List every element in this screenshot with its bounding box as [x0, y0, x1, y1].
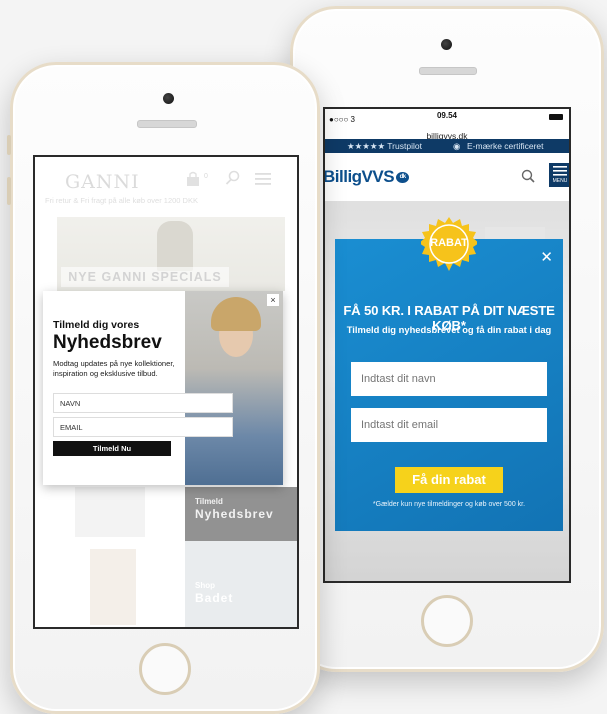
trustpilot-rating[interactable]: ★★★★★ Trustpilot — [347, 141, 422, 152]
screen-ganni: GANNI 0 Fri retur & Fri fragt på alle kø… — [33, 155, 299, 629]
front-camera — [441, 39, 452, 50]
status-bar: ●○○○ 3 09.54 — [325, 109, 569, 131]
discount-popup: RABAT ✕ FÅ 50 KR. I RABAT PÅ DIT NÆSTE K… — [335, 217, 563, 531]
name-input[interactable] — [351, 362, 547, 396]
popup-body: Modtag updates på nye kollektioner, insp… — [53, 359, 175, 378]
screen-billigvvs: ●○○○ 3 09.54 billigvvs.dk ★★★★★ Trustpil… — [323, 107, 571, 583]
billigvvs-logo[interactable]: BilligVVS dk — [323, 167, 410, 187]
site-header: BilligVVS dk MENU — [325, 153, 569, 202]
search-icon[interactable] — [521, 169, 535, 183]
close-icon[interactable]: × — [267, 294, 279, 306]
popup-subheadline: Tilmeld dig nyhedsbrevet og få din rabat… — [346, 324, 552, 335]
subscribe-button[interactable]: Tilmeld Nu — [53, 441, 171, 456]
status-time: 09.54 — [436, 111, 458, 120]
close-icon[interactable]: ✕ — [540, 248, 553, 266]
terms-note: *Gælder kun nye tilmeldinger og køb over… — [372, 501, 526, 508]
get-discount-button[interactable]: Få din rabat — [395, 467, 503, 493]
newsletter-popup: × Tilmeld dig vores Nyhedsbrev Modtag up… — [43, 291, 283, 485]
phone-side-button — [7, 135, 11, 155]
model-photo — [185, 291, 283, 485]
earpiece-speaker — [137, 120, 197, 128]
emaerke-badge[interactable]: E-mærke certificeret — [467, 141, 544, 151]
logo-badge: dk — [396, 172, 410, 184]
eye-icon: ◉ — [453, 141, 461, 151]
home-button[interactable] — [139, 643, 191, 695]
phone-billigvvs: ●○○○ 3 09.54 billigvvs.dk ★★★★★ Trustpil… — [287, 6, 604, 672]
volume-button — [7, 177, 11, 205]
menu-button[interactable]: MENU — [549, 163, 569, 187]
email-input[interactable] — [351, 408, 547, 442]
phone-ganni: GANNI 0 Fri retur & Fri fragt på alle kø… — [7, 62, 320, 714]
menu-label: MENU — [552, 178, 568, 184]
earpiece-speaker — [419, 67, 477, 75]
logo-text: BilligVVS — [323, 167, 395, 186]
trust-bar: ★★★★★ Trustpilot ◉ E-mærke certificeret — [325, 139, 569, 153]
hamburger-icon — [553, 166, 567, 176]
popup-subtitle: Tilmeld dig vores — [53, 319, 140, 331]
home-button[interactable] — [421, 595, 473, 647]
email-field[interactable] — [53, 417, 233, 437]
model-hair — [211, 297, 261, 331]
front-camera — [163, 93, 174, 104]
popup-title: Nyhedsbrev — [53, 332, 162, 353]
rabat-badge-text: RABAT — [430, 237, 468, 249]
battery-icon — [549, 114, 563, 120]
name-field[interactable] — [53, 393, 233, 413]
